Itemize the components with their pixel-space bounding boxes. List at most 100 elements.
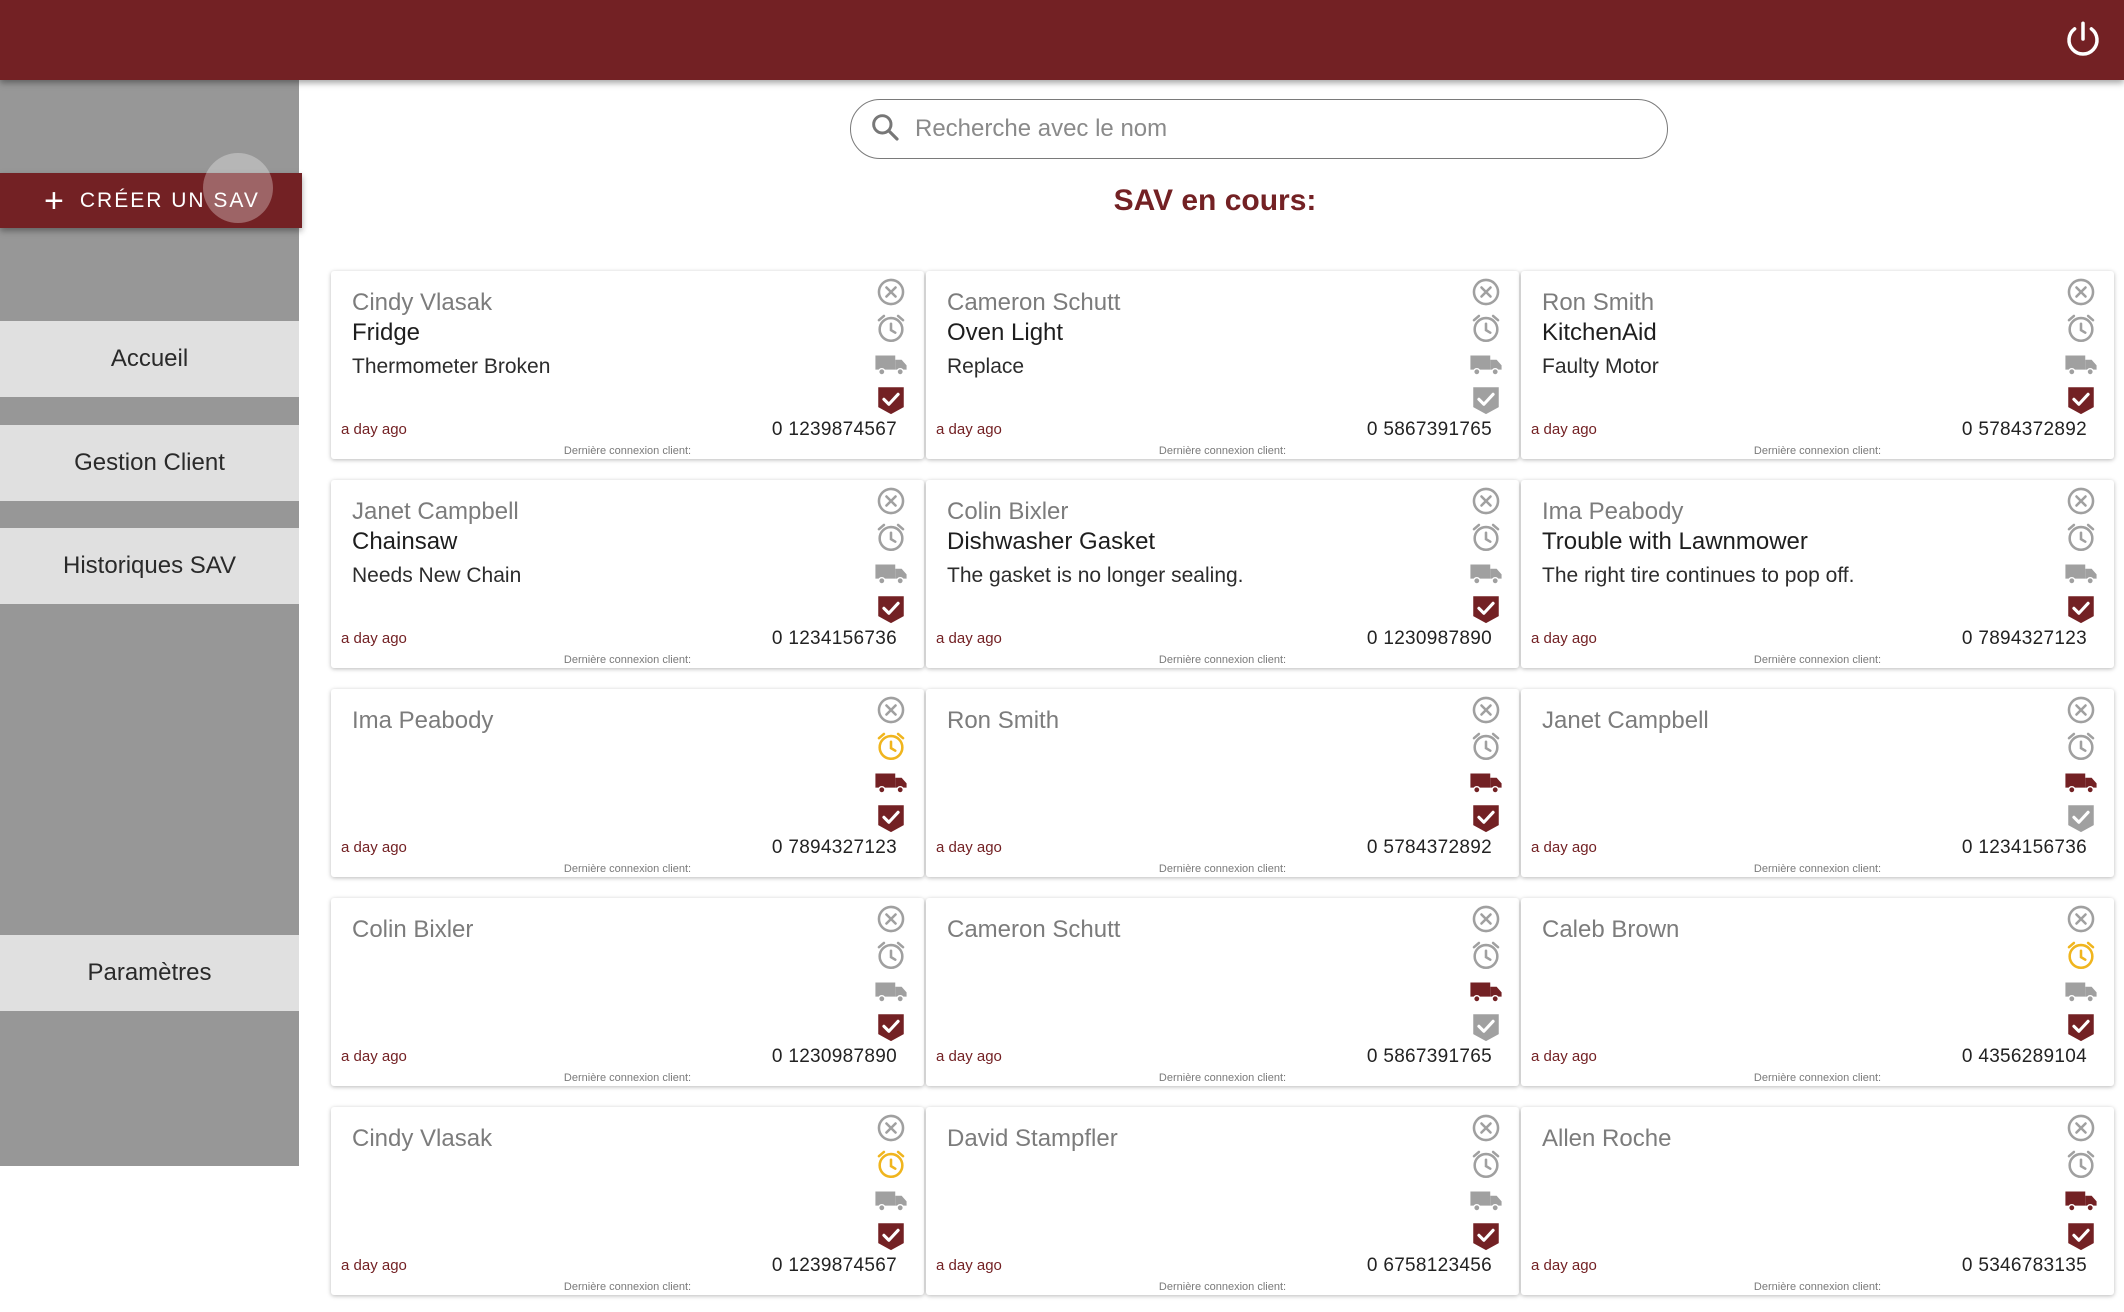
client-name: Cindy Vlasak: [352, 289, 493, 316]
cancel-icon[interactable]: [1469, 275, 1503, 309]
delivery-truck-icon[interactable]: [1469, 556, 1503, 590]
issue-description: The right tire continues to pop off.: [1542, 564, 1855, 587]
alarm-clock-icon[interactable]: [2064, 1147, 2098, 1181]
cancel-icon[interactable]: [874, 902, 908, 936]
validated-check-icon[interactable]: [874, 1010, 908, 1044]
alarm-clock-icon[interactable]: [1469, 938, 1503, 972]
delivery-truck-icon[interactable]: [874, 974, 908, 1008]
alarm-clock-icon[interactable]: [874, 520, 908, 554]
alarm-clock-icon[interactable]: [2064, 311, 2098, 345]
sav-card[interactable]: Ima Peabody a day ago 0 7894327123 Derni…: [331, 689, 924, 877]
alarm-clock-icon[interactable]: [874, 1147, 908, 1181]
validated-check-icon[interactable]: [874, 1219, 908, 1253]
timestamp: a day ago: [341, 630, 407, 647]
issue-description: Thermometer Broken: [352, 355, 551, 378]
cancel-icon[interactable]: [874, 275, 908, 309]
validated-check-icon[interactable]: [1469, 592, 1503, 626]
cancel-icon[interactable]: [874, 1111, 908, 1145]
power-icon[interactable]: [2062, 18, 2104, 60]
validated-check-icon[interactable]: [2064, 1010, 2098, 1044]
client-name: Colin Bixler: [352, 916, 474, 943]
sidebar-item-parametres[interactable]: Paramètres: [0, 935, 299, 1011]
phone-number: 0 1230987890: [771, 1046, 897, 1067]
search-input[interactable]: [915, 115, 1615, 143]
sav-card[interactable]: Caleb Brown a day ago 0 4356289104 Derni…: [1521, 898, 2114, 1086]
validated-check-icon[interactable]: [2064, 1219, 2098, 1253]
sav-card[interactable]: Ron Smith a day ago 0 5784372892 Dernièr…: [926, 689, 1519, 877]
delivery-truck-icon[interactable]: [874, 765, 908, 799]
delivery-truck-icon[interactable]: [1469, 765, 1503, 799]
delivery-truck-icon[interactable]: [1469, 974, 1503, 1008]
sav-card[interactable]: Cindy Vlasak Fridge Thermometer Broken a…: [331, 271, 924, 459]
delivery-truck-icon[interactable]: [2064, 974, 2098, 1008]
sav-card[interactable]: Ron Smith KitchenAid Faulty Motor a day …: [1521, 271, 2114, 459]
last-connection-label: Dernière connexion client:: [1158, 1281, 1287, 1293]
alarm-clock-icon[interactable]: [874, 938, 908, 972]
delivery-truck-icon[interactable]: [2064, 1183, 2098, 1217]
validated-check-icon[interactable]: [2064, 801, 2098, 835]
delivery-truck-icon[interactable]: [1469, 347, 1503, 381]
cancel-icon[interactable]: [874, 693, 908, 727]
sav-card[interactable]: Janet Campbell a day ago 0 1234156736 De…: [1521, 689, 2114, 877]
last-connection-label: Dernière connexion client:: [563, 1072, 692, 1084]
validated-check-icon[interactable]: [874, 592, 908, 626]
alarm-clock-icon[interactable]: [1469, 1147, 1503, 1181]
phone-number: 0 5867391765: [1366, 419, 1492, 440]
sav-card[interactable]: Ima Peabody Trouble with Lawnmower The r…: [1521, 480, 2114, 668]
sav-card[interactable]: Allen Roche a day ago 0 5346783135 Derni…: [1521, 1107, 2114, 1295]
validated-check-icon[interactable]: [874, 383, 908, 417]
delivery-truck-icon[interactable]: [2064, 347, 2098, 381]
delivery-truck-icon[interactable]: [874, 1183, 908, 1217]
alarm-clock-icon[interactable]: [1469, 520, 1503, 554]
validated-check-icon[interactable]: [2064, 592, 2098, 626]
validated-check-icon[interactable]: [1469, 1219, 1503, 1253]
alarm-clock-icon[interactable]: [1469, 311, 1503, 345]
sav-card[interactable]: Cameron Schutt a day ago 0 5867391765 De…: [926, 898, 1519, 1086]
delivery-truck-icon[interactable]: [2064, 556, 2098, 590]
delivery-truck-icon[interactable]: [874, 347, 908, 381]
status-icons: [2064, 902, 2098, 1042]
phone-number: 0 1239874567: [771, 419, 897, 440]
cancel-icon[interactable]: [874, 484, 908, 518]
sav-card[interactable]: Colin Bixler a day ago 0 1230987890 Dern…: [331, 898, 924, 1086]
validated-check-icon[interactable]: [874, 801, 908, 835]
delivery-truck-icon[interactable]: [2064, 765, 2098, 799]
validated-check-icon[interactable]: [1469, 801, 1503, 835]
phone-number: 0 1234156736: [1961, 837, 2087, 858]
status-icons: [2064, 693, 2098, 833]
sidebar-item-accueil[interactable]: Accueil: [0, 321, 299, 397]
cancel-icon[interactable]: [1469, 484, 1503, 518]
sav-card[interactable]: Colin Bixler Dishwasher Gasket The gaske…: [926, 480, 1519, 668]
validated-check-icon[interactable]: [1469, 1010, 1503, 1044]
cancel-icon[interactable]: [2064, 902, 2098, 936]
cancel-icon[interactable]: [2064, 484, 2098, 518]
last-connection-label: Dernière connexion client:: [1158, 445, 1287, 457]
alarm-clock-icon[interactable]: [2064, 729, 2098, 763]
sidebar-item-historiques-sav[interactable]: Historiques SAV: [0, 528, 299, 604]
sav-card[interactable]: Cameron Schutt Oven Light Replace a day …: [926, 271, 1519, 459]
timestamp: a day ago: [1531, 1257, 1597, 1274]
cancel-icon[interactable]: [1469, 902, 1503, 936]
cancel-icon[interactable]: [2064, 275, 2098, 309]
sav-card[interactable]: Janet Campbell Chainsaw Needs New Chain …: [331, 480, 924, 668]
validated-check-icon[interactable]: [2064, 383, 2098, 417]
phone-number: 0 6758123456: [1366, 1255, 1492, 1276]
cancel-icon[interactable]: [1469, 693, 1503, 727]
sidebar-item-gestion-client[interactable]: Gestion Client: [0, 425, 299, 501]
delivery-truck-icon[interactable]: [1469, 1183, 1503, 1217]
cancel-icon[interactable]: [2064, 693, 2098, 727]
alarm-clock-icon[interactable]: [2064, 938, 2098, 972]
delivery-truck-icon[interactable]: [874, 556, 908, 590]
product-name: Trouble with Lawnmower: [1542, 528, 1808, 555]
sav-card[interactable]: David Stampfler a day ago 0 6758123456 D…: [926, 1107, 1519, 1295]
alarm-clock-icon[interactable]: [1469, 729, 1503, 763]
cancel-icon[interactable]: [2064, 1111, 2098, 1145]
alarm-clock-icon[interactable]: [2064, 520, 2098, 554]
validated-check-icon[interactable]: [1469, 383, 1503, 417]
client-name: Cameron Schutt: [947, 916, 1121, 943]
alarm-clock-icon[interactable]: [874, 311, 908, 345]
cancel-icon[interactable]: [1469, 1111, 1503, 1145]
sav-card[interactable]: Cindy Vlasak a day ago 0 1239874567 Dern…: [331, 1107, 924, 1295]
alarm-clock-icon[interactable]: [874, 729, 908, 763]
timestamp: a day ago: [1531, 839, 1597, 856]
